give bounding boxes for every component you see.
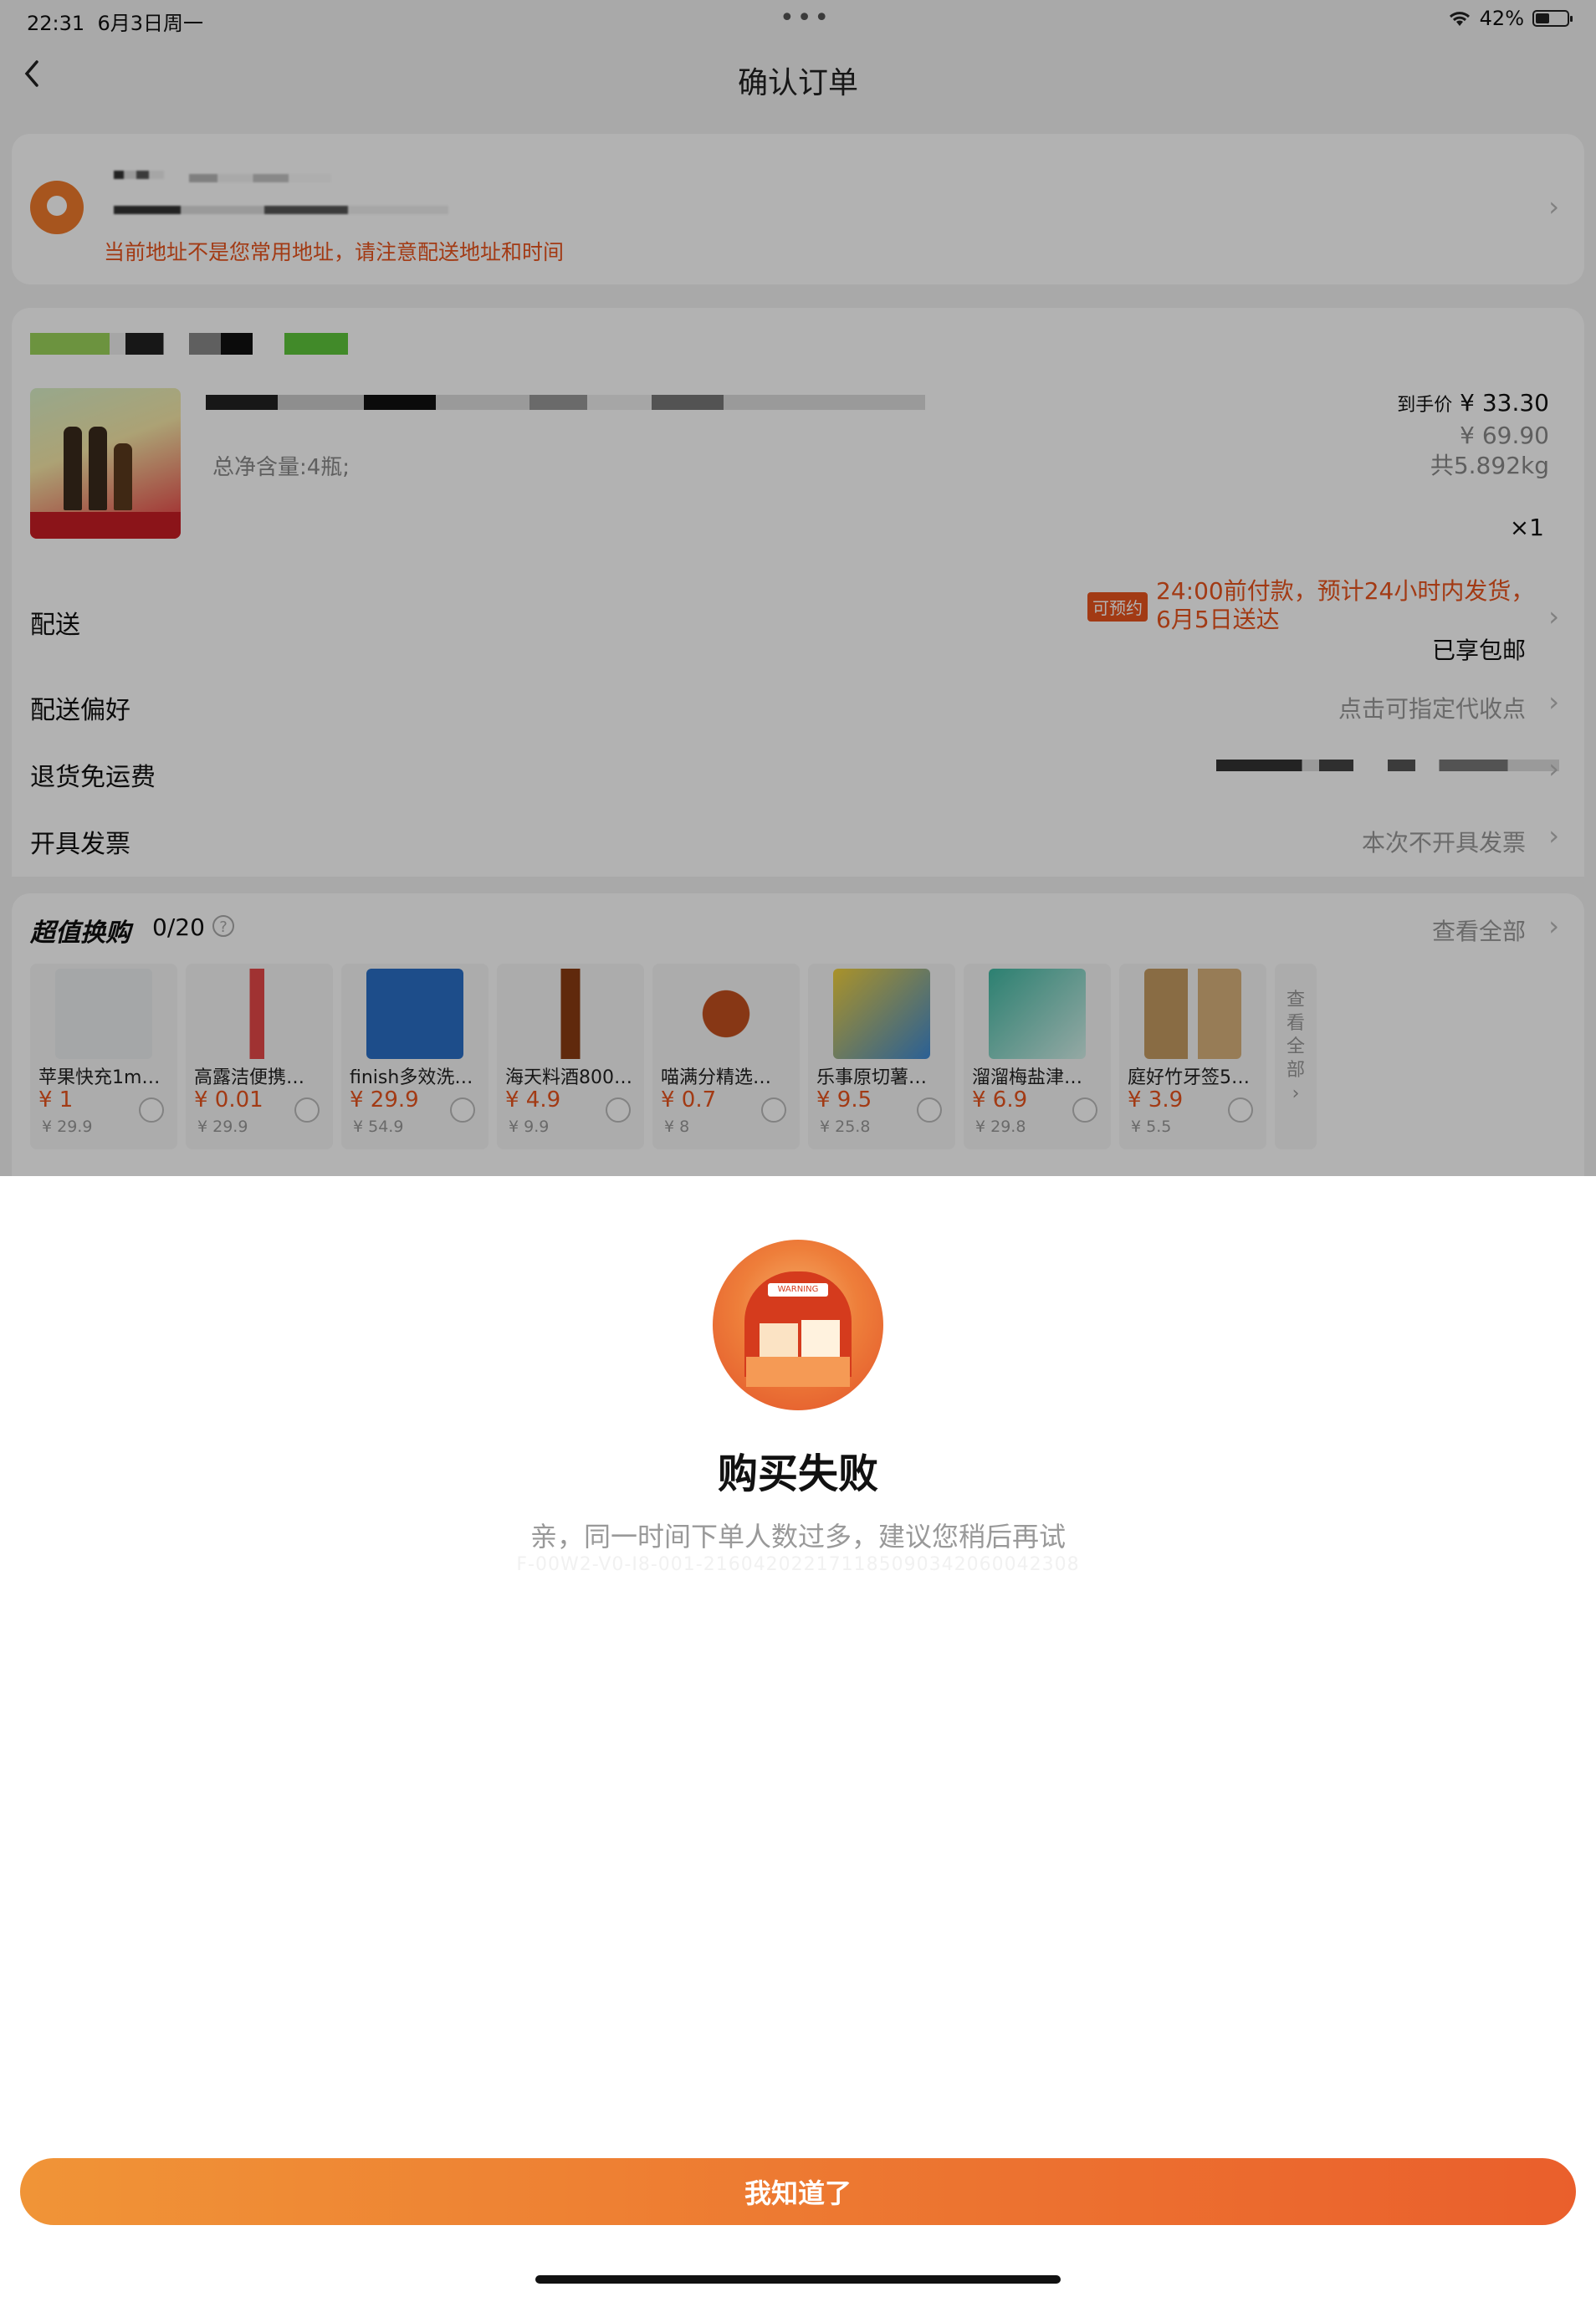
order-page-background: 22:31 6月3日周一 ••• 42% 确认订单 当前地址不是您常用地址，请注… (0, 0, 1596, 1176)
acknowledge-button[interactable]: 我知道了 (20, 2158, 1576, 2225)
warning-illustration-icon: WARNING (713, 1240, 883, 1410)
purchase-failed-sheet: WARNING 购买失败 亲，同一时间下单人数过多，建议您稍后再试 F-00W2… (0, 1176, 1596, 2297)
dialog-title: 购买失败 (717, 1450, 878, 1497)
modal-overlay[interactable] (0, 0, 1596, 1176)
home-indicator[interactable] (535, 2275, 1061, 2284)
dialog-message: 亲，同一时间下单人数过多，建议您稍后再试 (529, 1521, 1066, 1553)
warning-sign: WARNING (768, 1283, 828, 1297)
dialog-trace-id: F-00W2-V0-I8-001-21604202217118509034206… (516, 1554, 1080, 1575)
